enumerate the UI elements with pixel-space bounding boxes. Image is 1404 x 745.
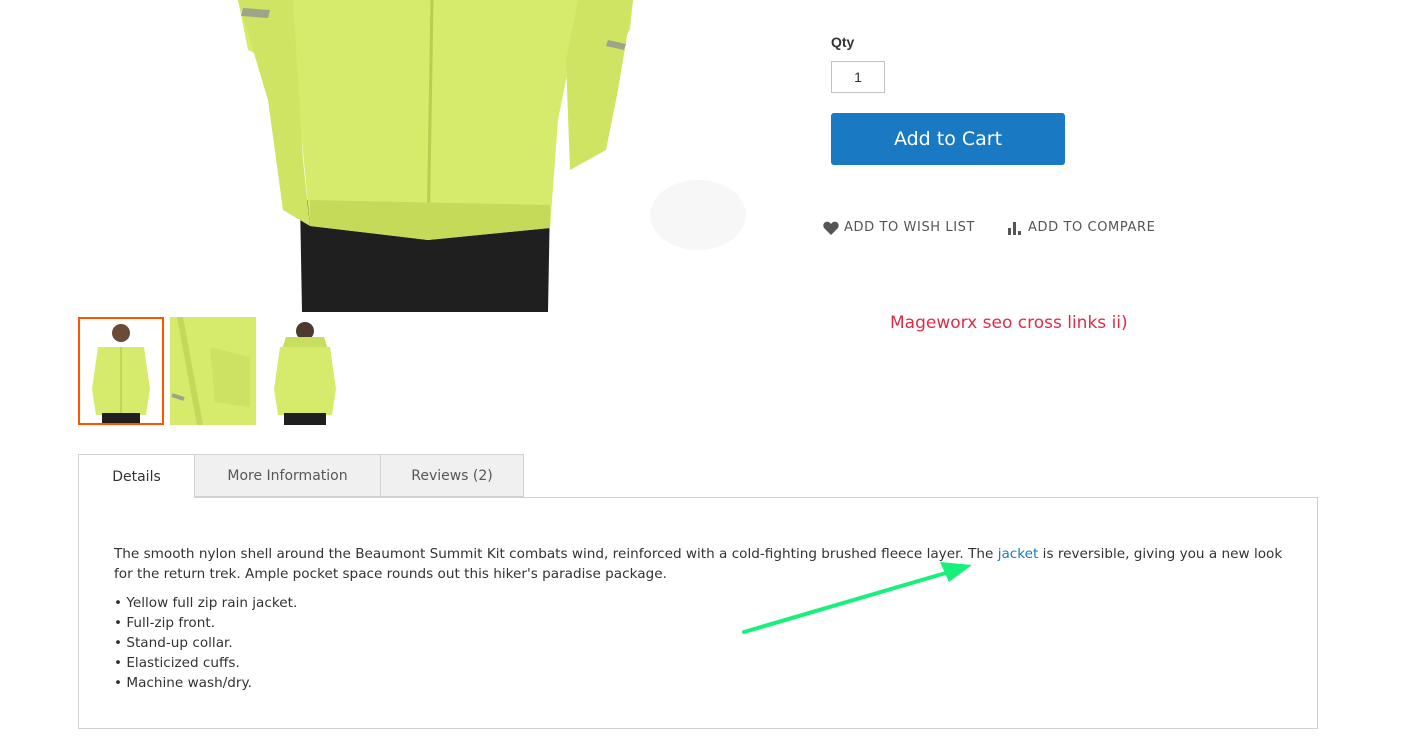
description-text-before: The smooth nylon shell around the Beaumo…	[114, 546, 998, 562]
product-main-image[interactable]	[78, 0, 798, 312]
heart-icon	[823, 221, 839, 235]
add-to-wish-list-link[interactable]: Add to Wish List	[823, 220, 975, 235]
add-to-compare-link[interactable]: Add to Compare	[1007, 220, 1155, 235]
tab-reviews-label: Reviews (2)	[411, 467, 493, 484]
list-item: • Stand-up collar.	[114, 635, 233, 651]
tab-details[interactable]: Details	[78, 454, 195, 498]
jacket-cross-link[interactable]: jacket	[998, 546, 1039, 562]
feature-list: • Yellow full zip rain jacket. • Full-zi…	[114, 593, 297, 693]
tab-more-information[interactable]: More Information	[194, 454, 381, 497]
details-panel: The smooth nylon shell around the Beaumo…	[78, 497, 1318, 729]
list-item: • Full-zip front.	[114, 615, 216, 631]
bar-chart-icon	[1007, 221, 1023, 235]
tab-reviews[interactable]: Reviews (2)	[380, 454, 524, 497]
thumbnail-front[interactable]	[78, 317, 164, 425]
wish-list-label: Add to Wish List	[844, 220, 976, 235]
thumbnail-back[interactable]	[262, 317, 348, 425]
tab-details-label: Details	[112, 468, 161, 485]
list-item: • Elasticized cuffs.	[114, 655, 240, 671]
list-item: • Machine wash/dry.	[114, 675, 252, 691]
cross-links-title: Mageworx seo cross links ii)	[890, 313, 1128, 333]
qty-input[interactable]	[831, 61, 885, 93]
tab-more-information-label: More Information	[227, 467, 348, 484]
list-item: • Yellow full zip rain jacket.	[114, 595, 298, 611]
thumbnail-detail[interactable]	[170, 317, 256, 425]
qty-label: Qty	[831, 34, 855, 50]
product-description: The smooth nylon shell around the Beaumo…	[114, 544, 1284, 584]
add-to-cart-button[interactable]: Add to Cart	[831, 113, 1065, 165]
compare-label: Add to Compare	[1028, 220, 1156, 235]
